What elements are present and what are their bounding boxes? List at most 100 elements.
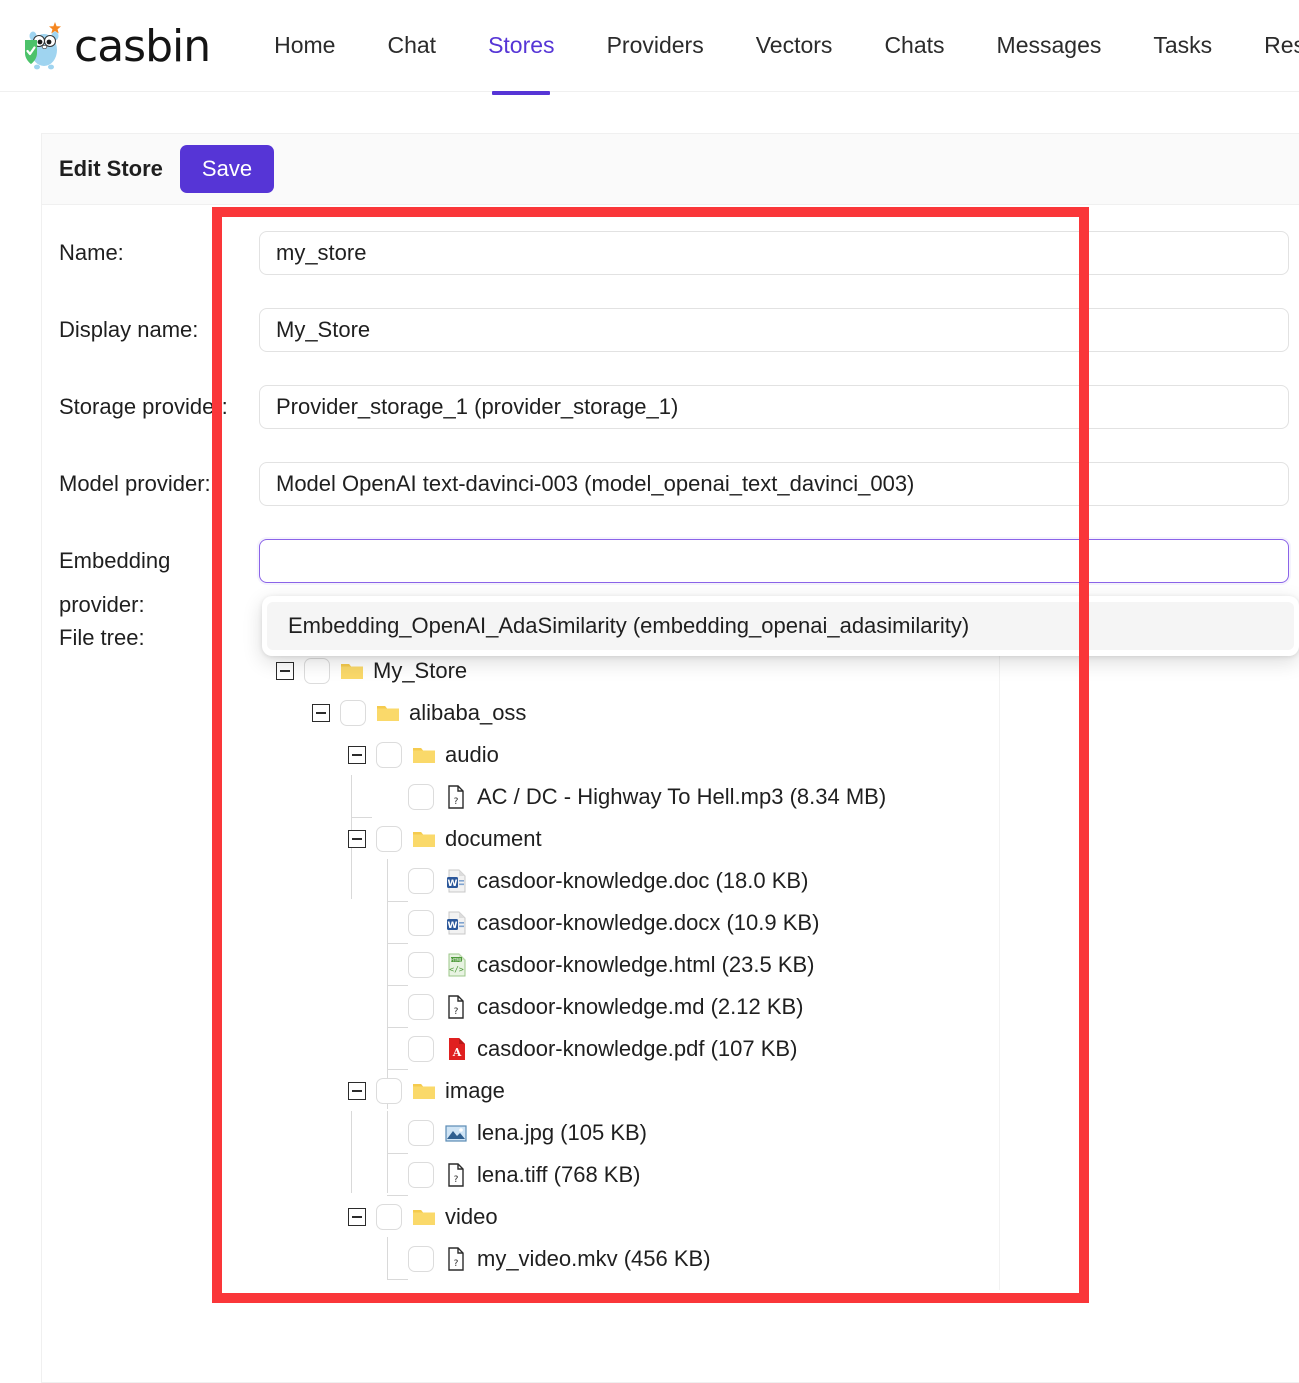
nav-item-chat[interactable]: Chat [361, 0, 462, 92]
generic-file-icon: ? [444, 1163, 468, 1187]
nav-item-resources[interactable]: Resources [1238, 0, 1299, 92]
nav-item-providers[interactable]: Providers [581, 0, 730, 92]
embedding-provider-dropdown[interactable]: Embedding_OpenAI_AdaSimilarity (embeddin… [262, 596, 1299, 656]
svg-text:?: ? [454, 1259, 459, 1269]
embedding-provider-select[interactable] [259, 539, 1289, 583]
form-row-display-name: Display name: My_Store [42, 294, 1299, 371]
svg-text:W: W [447, 879, 457, 889]
generic-file-icon: ? [444, 995, 468, 1019]
page-title: Edit Store [59, 156, 163, 182]
tree-checkbox[interactable] [408, 910, 434, 936]
tree-node-file[interactable]: lena.jpg (105 KB) [262, 1112, 999, 1154]
tree-node-folder[interactable]: image [262, 1070, 999, 1112]
svg-text:HTML: HTML [450, 957, 462, 962]
tree-node-folder[interactable]: My_Store [262, 650, 999, 692]
tree-checkbox[interactable] [376, 1204, 402, 1230]
nav-item-label: Providers [607, 32, 704, 59]
tree-node-label: alibaba_oss [409, 692, 526, 734]
collapse-toggle-icon[interactable] [276, 662, 294, 680]
tree-node-file[interactable]: A casdoor-knowledge.pdf (107 KB) [262, 1028, 999, 1070]
save-button[interactable]: Save [180, 145, 274, 193]
nav-item-vectors[interactable]: Vectors [730, 0, 859, 92]
display-name-input[interactable]: My_Store [259, 308, 1289, 352]
tree-node-label: document [445, 818, 542, 860]
display-name-input-value: My_Store [276, 317, 370, 343]
nav-item-tasks[interactable]: Tasks [1127, 0, 1238, 92]
collapse-toggle-icon[interactable] [348, 1082, 366, 1100]
label-file-tree: File tree: [42, 616, 259, 660]
nav-item-label: Vectors [756, 32, 833, 59]
pdf-file-icon: A [444, 1037, 468, 1061]
label-name: Name: [42, 231, 259, 275]
dropdown-option-label: Embedding_OpenAI_AdaSimilarity (embeddin… [288, 613, 969, 639]
tree-checkbox[interactable] [408, 952, 434, 978]
brand-logo-link[interactable]: casbin [22, 0, 210, 92]
form-row-embedding-provider: Embedding provider: [42, 525, 1299, 602]
nav-item-stores[interactable]: Stores [462, 0, 580, 92]
tree-node-file[interactable]: HTML</> casdoor-knowledge.html (23.5 KB) [262, 944, 999, 986]
brand-name: casbin [74, 25, 210, 69]
model-provider-select[interactable]: Model OpenAI text-davinci-003 (model_ope… [259, 462, 1289, 506]
nav-item-label: Tasks [1153, 32, 1212, 59]
collapse-toggle-icon[interactable] [312, 704, 330, 722]
top-navigation-bar: casbin Home Chat Stores Providers Vector… [0, 0, 1299, 92]
tree-node-file[interactable]: ? AC / DC - Highway To Hell.mp3 (8.34 MB… [262, 776, 999, 818]
tree-node-file[interactable]: ? my_video.mkv (456 KB) [262, 1238, 999, 1280]
tree-checkbox[interactable] [408, 868, 434, 894]
tree-checkbox[interactable] [340, 700, 366, 726]
name-input[interactable]: my_store [259, 231, 1289, 275]
tree-checkbox[interactable] [408, 1162, 434, 1188]
tree-node-label: video [445, 1196, 498, 1238]
nav-items: Home Chat Stores Providers Vectors Chats… [248, 0, 1299, 92]
nav-item-home[interactable]: Home [248, 0, 361, 92]
folder-icon [340, 659, 364, 683]
tree-node-file[interactable]: W casdoor-knowledge.doc (18.0 KB) [262, 860, 999, 902]
generic-file-icon: ? [444, 1247, 468, 1271]
svg-text:?: ? [454, 1007, 459, 1017]
tree-node-folder[interactable]: alibaba_oss [262, 692, 999, 734]
nav-item-label: Chats [884, 32, 944, 59]
folder-icon [412, 1205, 436, 1229]
nav-item-messages[interactable]: Messages [971, 0, 1128, 92]
tree-node-folder[interactable]: video [262, 1196, 999, 1238]
form-row-storage-provider: Storage provider: Provider_storage_1 (pr… [42, 371, 1299, 448]
folder-icon [412, 827, 436, 851]
word-file-icon: W [444, 911, 468, 935]
tree-checkbox[interactable] [408, 1246, 434, 1272]
folder-icon [412, 1079, 436, 1103]
tree-node-file[interactable]: W casdoor-knowledge.docx (10.9 KB) [262, 902, 999, 944]
tree-checkbox[interactable] [408, 784, 434, 810]
nav-item-label: Resources [1264, 32, 1299, 59]
tree-node-label: My_Store [373, 650, 467, 692]
dropdown-option[interactable]: Embedding_OpenAI_AdaSimilarity (embeddin… [267, 602, 1294, 650]
nav-item-label: Messages [997, 32, 1102, 59]
storage-provider-select[interactable]: Provider_storage_1 (provider_storage_1) [259, 385, 1289, 429]
svg-text:</>: </> [449, 965, 464, 974]
generic-file-icon: ? [444, 785, 468, 809]
nav-item-chats[interactable]: Chats [858, 0, 970, 92]
collapse-toggle-icon[interactable] [348, 830, 366, 848]
casbin-gopher-shield-logo [22, 20, 68, 72]
collapse-toggle-icon[interactable] [348, 746, 366, 764]
tree-checkbox[interactable] [376, 1078, 402, 1104]
file-tree[interactable]: My_Store alibaba_oss audio ? AC / DC - H… [262, 650, 1000, 1290]
card-header: Edit Store Save [42, 134, 1299, 205]
form-row-name: Name: my_store [42, 217, 1299, 294]
tree-checkbox[interactable] [408, 994, 434, 1020]
nav-item-label: Chat [387, 32, 436, 59]
label-storage-provider: Storage provider: [42, 385, 259, 429]
tree-node-label: lena.jpg (105 KB) [477, 1112, 647, 1154]
html-file-icon: HTML </> [444, 953, 468, 977]
tree-node-file[interactable]: ? lena.tiff (768 KB) [262, 1154, 999, 1196]
tree-checkbox[interactable] [304, 658, 330, 684]
svg-text:?: ? [454, 1175, 459, 1185]
tree-checkbox[interactable] [376, 742, 402, 768]
tree-node-folder[interactable]: document [262, 818, 999, 860]
tree-node-file[interactable]: ? casdoor-knowledge.md (2.12 KB) [262, 986, 999, 1028]
tree-checkbox[interactable] [376, 826, 402, 852]
tree-node-folder[interactable]: audio [262, 734, 999, 776]
collapse-toggle-icon[interactable] [348, 1208, 366, 1226]
nav-item-label: Stores [488, 32, 554, 59]
tree-checkbox[interactable] [408, 1036, 434, 1062]
tree-checkbox[interactable] [408, 1120, 434, 1146]
